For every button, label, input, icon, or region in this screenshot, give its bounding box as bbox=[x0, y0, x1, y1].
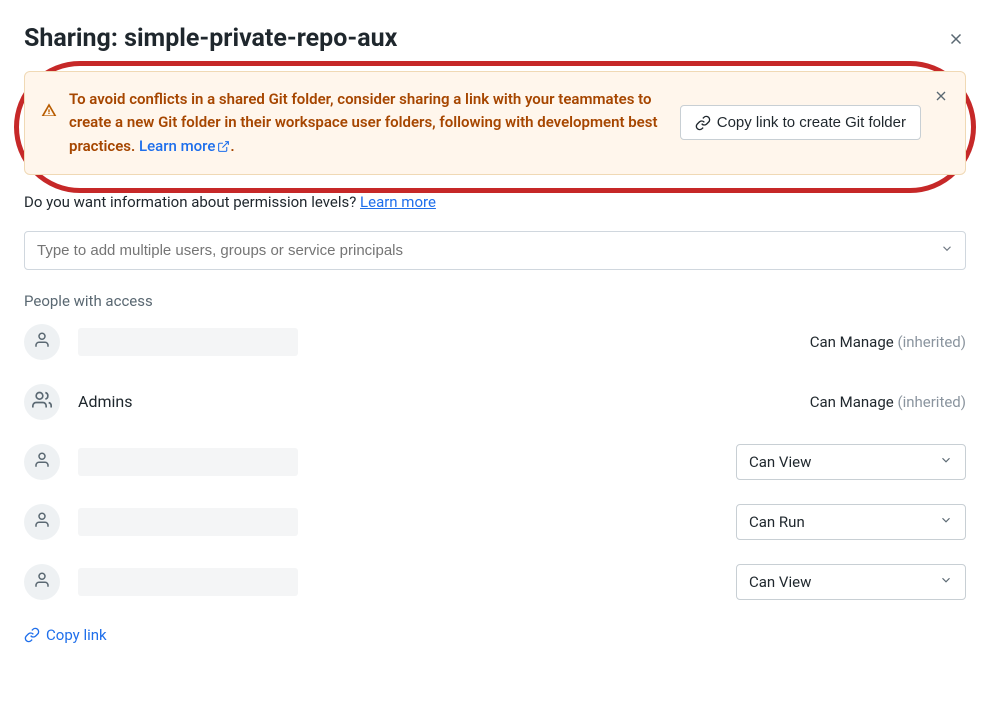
group-icon bbox=[32, 390, 52, 414]
access-row: Can Run bbox=[24, 504, 966, 540]
access-row: Can Manage (inherited) bbox=[24, 324, 966, 360]
permission-info-text: Do you want information about permission… bbox=[24, 193, 966, 211]
link-icon bbox=[24, 627, 40, 643]
dismiss-banner-button[interactable] bbox=[933, 88, 949, 108]
close-icon bbox=[947, 30, 965, 48]
copy-link-button[interactable]: Copy link bbox=[24, 626, 107, 644]
access-list: Can Manage (inherited) Admins Can Manage (… bbox=[24, 324, 966, 600]
git-folder-warning-banner: To avoid conflicts in a shared Git folde… bbox=[24, 71, 966, 175]
people-with-access-label: People with access bbox=[24, 292, 966, 310]
close-icon bbox=[933, 88, 949, 104]
user-avatar bbox=[24, 324, 60, 360]
user-avatar bbox=[24, 444, 60, 480]
user-icon bbox=[33, 511, 51, 533]
chevron-down-icon bbox=[939, 513, 953, 531]
user-avatar bbox=[24, 504, 60, 540]
principal-name bbox=[78, 328, 792, 356]
principal-name: Admins bbox=[78, 392, 792, 411]
chevron-down-icon bbox=[939, 573, 953, 591]
permission-select[interactable]: Can View bbox=[736, 444, 966, 480]
permission-learn-more-link[interactable]: Learn more bbox=[360, 193, 436, 211]
add-users-input[interactable] bbox=[24, 231, 966, 270]
permission-readonly: Can Manage (inherited) bbox=[810, 333, 966, 351]
user-icon bbox=[33, 571, 51, 593]
principal-name bbox=[78, 448, 718, 476]
user-icon bbox=[33, 451, 51, 473]
permission-select[interactable]: Can View bbox=[736, 564, 966, 600]
user-avatar bbox=[24, 564, 60, 600]
principal-name bbox=[78, 568, 718, 596]
link-icon bbox=[695, 115, 711, 131]
access-row: Admins Can Manage (inherited) bbox=[24, 384, 966, 420]
copy-git-folder-link-button[interactable]: Copy link to create Git folder bbox=[680, 105, 921, 140]
banner-learn-more-link[interactable]: Learn more bbox=[139, 137, 230, 155]
banner-message: To avoid conflicts in a shared Git folde… bbox=[69, 88, 668, 158]
warning-icon bbox=[41, 102, 57, 122]
permission-readonly: Can Manage (inherited) bbox=[810, 393, 966, 411]
principal-name bbox=[78, 508, 718, 536]
permission-select[interactable]: Can Run bbox=[736, 504, 966, 540]
access-row: Can View bbox=[24, 444, 966, 480]
dialog-title: Sharing: simple-private-repo-aux bbox=[24, 24, 397, 53]
banner-highlight-annotation: To avoid conflicts in a shared Git folde… bbox=[24, 71, 966, 175]
group-avatar bbox=[24, 384, 60, 420]
external-link-icon bbox=[217, 140, 230, 153]
chevron-down-icon bbox=[939, 453, 953, 471]
user-icon bbox=[33, 331, 51, 353]
access-row: Can View bbox=[24, 564, 966, 600]
close-button[interactable] bbox=[946, 29, 966, 49]
